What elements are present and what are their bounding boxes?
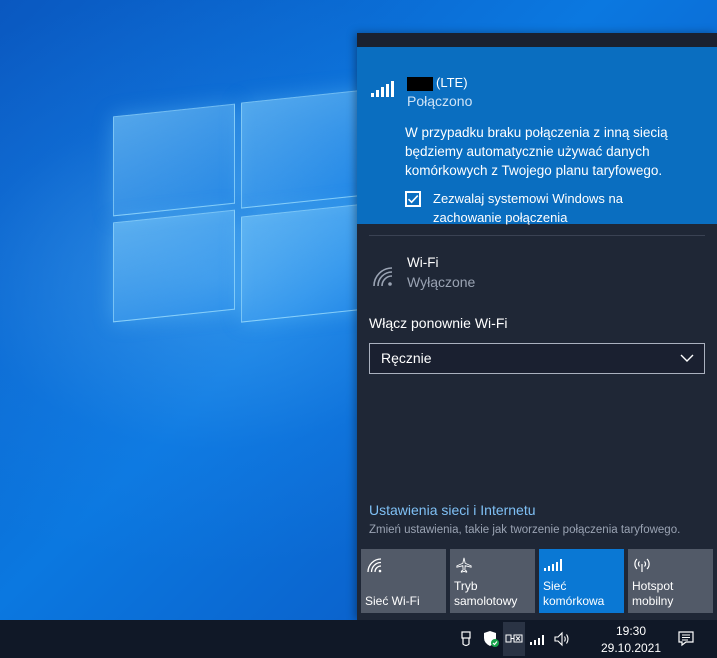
clock-date[interactable]: 29.10.2021: [600, 640, 662, 656]
cellular-status: Połączono: [407, 93, 473, 109]
tile-wifi-label: Sieć Wi-Fi: [365, 594, 420, 608]
network-settings-description: Zmień ustawienia, takie jak tworzenie po…: [369, 524, 681, 536]
cellular-description: W przypadku braku połączenia z inną siec…: [405, 125, 668, 178]
volume-icon[interactable]: [553, 630, 571, 648]
quick-action-tiles: Sieć Wi-Fi Tryb samolotowy Sieć komórkow…: [361, 549, 713, 613]
wifi-off-icon: [373, 267, 393, 287]
hotspot-icon: [634, 558, 650, 572]
usb-device-icon[interactable]: [457, 630, 475, 648]
tile-hotspot-label: Hotspot mobilny: [632, 579, 674, 608]
windows-logo-wallpaper: [105, 88, 367, 323]
redacted-carrier-name: [407, 76, 433, 91]
notifications-icon[interactable]: [677, 630, 695, 648]
divider: [369, 235, 705, 236]
cellular-type-label: (LTE): [436, 75, 468, 90]
reenable-wifi-value: Ręcznie: [381, 350, 432, 366]
network-flyout: (LTE) Połączono W przypadku braku połącz…: [357, 33, 717, 620]
cellular-signal-icon: [371, 81, 394, 97]
cellular-network-name: (LTE): [407, 75, 468, 91]
security-shield-icon[interactable]: [482, 630, 500, 648]
tile-wifi[interactable]: Sieć Wi-Fi: [361, 549, 446, 613]
wifi-icon: [367, 558, 382, 573]
network-settings-link[interactable]: Ustawienia sieci i Internetu: [369, 502, 536, 518]
tile-airplane-label: Tryb samolotowy: [454, 579, 518, 608]
network-disconnected-icon[interactable]: [505, 630, 523, 648]
allow-connection-label: Zezwalaj systemowi Windows na zachowanie…: [433, 191, 624, 225]
wifi-title: Wi-Fi: [407, 255, 439, 270]
tile-mobile-hotspot[interactable]: Hotspot mobilny: [628, 549, 713, 613]
tile-cellular[interactable]: Sieć komórkowa: [539, 549, 624, 613]
flyout-top-edge: [357, 33, 717, 47]
reenable-wifi-label: Włącz ponownie Wi-Fi: [369, 315, 508, 331]
taskbar: 19:30 29.10.2021: [0, 620, 717, 658]
chevron-down-icon: [680, 354, 694, 362]
airplane-icon: [456, 557, 472, 573]
cellular-signal-tray-icon[interactable]: [529, 630, 547, 648]
cellular-icon: [544, 559, 562, 571]
cellular-network-item[interactable]: (LTE) Połączono W przypadku braku połącz…: [357, 47, 717, 225]
wifi-status: Wyłączone: [407, 274, 476, 290]
reenable-wifi-dropdown[interactable]: Ręcznie: [369, 343, 705, 374]
clock-time[interactable]: 19:30: [603, 623, 659, 639]
tile-airplane-mode[interactable]: Tryb samolotowy: [450, 549, 535, 613]
checkmark-icon: [407, 195, 419, 204]
tile-cellular-label: Sieć komórkowa: [543, 579, 605, 608]
allow-connection-checkbox[interactable]: [405, 191, 421, 207]
